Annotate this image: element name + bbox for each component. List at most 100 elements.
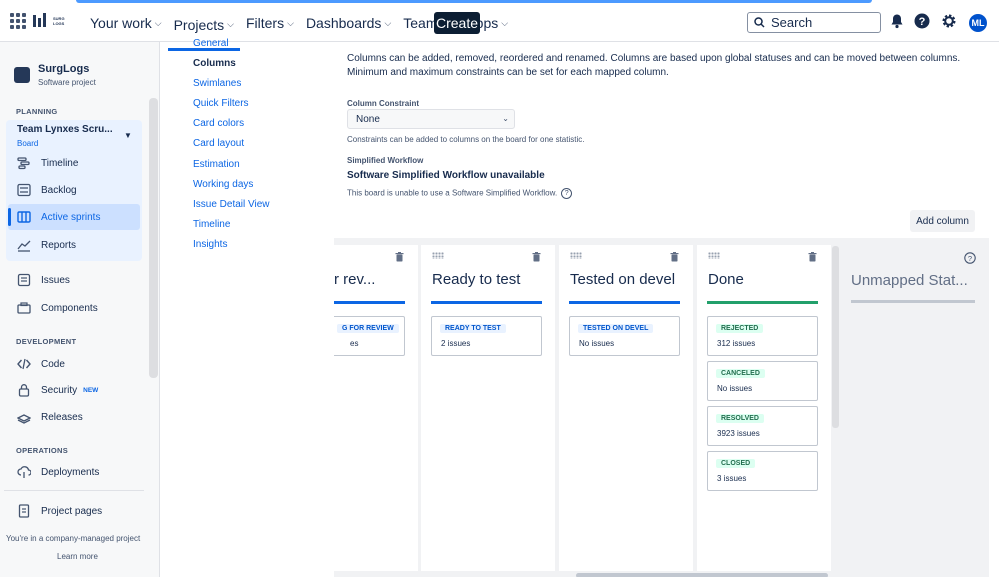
operations-heading: OPERATIONS [16,446,69,455]
column-constraint-select[interactable]: None ⌄ [347,109,515,129]
nav-your-work[interactable]: Your work ⌵ [84,12,168,34]
column-scrollbar[interactable] [832,246,839,428]
trash-icon[interactable] [532,252,541,262]
learn-more-link[interactable]: Learn more [57,552,98,561]
sidebar-item-label: Security [41,384,78,396]
components-icon [17,302,31,314]
svg-text:?: ? [919,16,926,28]
column-constraint-label: Column Constraint [347,99,419,108]
settings-link-swimlanes[interactable]: Swimlanes [193,78,241,89]
nav-dashboards[interactable]: Dashboards ⌵ [300,12,397,34]
nav-label: Your work [90,15,152,31]
board-column[interactable]: Tested on devel TESTED ON DEVEL No issue… [559,245,693,571]
sidebar-item-components[interactable]: Components [17,297,98,319]
settings-link-working-days[interactable]: Working days [193,179,253,190]
sidebar-scrollbar[interactable] [149,98,158,378]
sidebar-item-label: Code [41,358,65,370]
trash-icon[interactable] [808,252,817,262]
sidebar-item-reports[interactable]: Reports [17,234,76,256]
constraint-hint: Constraints can be added to columns on t… [347,135,585,144]
board-column[interactable]: Done REJECTED 312 issues CANCELED No iss… [697,245,831,571]
svg-text:?: ? [968,254,972,263]
column-title[interactable]: g for rev... [334,271,375,288]
status-card[interactable]: CLOSED 3 issues [707,451,818,491]
sidebar-item-timeline[interactable]: Timeline [17,152,78,174]
status-card[interactable]: REJECTED 312 issues [707,316,818,356]
chevron-down-icon: ⌄ [502,114,509,123]
board-icon [17,211,31,223]
status-card[interactable]: G FOR REVIEW es [334,316,405,356]
column-constraint-value: None [356,113,380,125]
workflow-hint-text: This board is unable to use a Software S… [347,188,558,198]
status-card[interactable]: TESTED ON DEVEL No issues [569,316,680,356]
issue-count: No issues [579,339,615,348]
loading-progress-bar [76,0,872,3]
status-badge: CLOSED [716,459,756,468]
horizontal-scrollbar[interactable] [576,573,828,577]
question-icon[interactable]: ? [964,252,976,264]
sidebar-item-security[interactable]: Security NEW [17,379,98,401]
sidebar-item-releases[interactable]: Releases [17,406,83,428]
add-column-button[interactable]: Add column [910,210,975,232]
sidebar-item-deployments[interactable]: Deployments [17,461,99,483]
user-avatar[interactable]: ML [969,14,987,32]
settings-link-timeline[interactable]: Timeline [193,219,230,230]
project-name[interactable]: SurgLogs [38,63,89,75]
sidebar-item-label: Active sprints [41,211,101,223]
board-column[interactable]: Ready to test READY TO TEST 2 issues [421,245,555,571]
column-title[interactable]: Tested on devel [570,271,675,288]
unmapped-status-bar [851,300,975,303]
create-button[interactable]: Create [434,12,480,34]
chevron-down-icon[interactable]: ▼ [124,131,132,140]
sidebar-item-project-pages[interactable]: Project pages [17,500,102,522]
lock-icon [18,384,30,397]
column-status-bar [431,301,542,304]
board-subtitle: Board [17,139,39,148]
trash-icon[interactable] [670,252,679,262]
settings-link-estimation[interactable]: Estimation [193,159,240,170]
settings-link-insights[interactable]: Insights [193,239,227,250]
search-input[interactable]: Search [747,12,881,33]
drag-handle-icon[interactable] [432,252,444,259]
status-card[interactable]: CANCELED No issues [707,361,818,401]
settings-link-card-colors[interactable]: Card colors [193,118,244,129]
column-title[interactable]: Ready to test [432,271,520,288]
sidebar-item-issues[interactable]: Issues [17,269,70,291]
status-badge: READY TO TEST [440,324,506,333]
new-badge: NEW [83,386,99,394]
svg-text:LOGS: LOGS [53,21,65,26]
settings-link-card-layout[interactable]: Card layout [193,138,244,149]
columns-description: Columns can be added, removed, reordered… [347,53,961,78]
settings-link-quick-filters[interactable]: Quick Filters [193,98,249,109]
surglogs-logo[interactable]: SURG LOGS [33,12,73,30]
question-icon[interactable]: ? [561,188,573,199]
settings-link-columns[interactable]: Columns [193,58,236,69]
nav-label: Projects [173,16,225,33]
drag-handle-icon[interactable] [708,252,720,259]
status-card[interactable]: RESOLVED 3923 issues [707,406,818,446]
top-navigation: SURG LOGS Your work ⌵ Projects ⌵ Filters ⌵ … [0,0,999,51]
sidebar-item-code[interactable]: Code [17,353,65,375]
board-column[interactable]: g for rev... G FOR REVIEW es [334,245,418,571]
project-sidebar: SurgLogs Software project PLANNING Team … [0,42,160,577]
board-switcher[interactable]: Team Lynxes Scru... [17,124,113,135]
settings-link-general[interactable]: General [193,38,229,49]
planning-heading: PLANNING [16,107,58,116]
column-title[interactable]: Done [708,271,744,288]
settings-link-issue-detail-view[interactable]: Issue Detail View [193,199,270,210]
search-icon [754,17,765,28]
help-icon[interactable]: ? [914,13,930,29]
status-card[interactable]: READY TO TEST 2 issues [431,316,542,356]
settings-gear-icon[interactable] [941,13,957,29]
app-switcher-icon[interactable] [10,13,26,29]
sidebar-item-label: Releases [41,411,83,423]
sidebar-item-active-sprints[interactable]: Active sprints [17,206,100,228]
notifications-bell-icon[interactable] [889,13,905,29]
drag-handle-icon[interactable] [570,252,582,259]
nav-label: Dashboards [305,15,382,31]
trash-icon[interactable] [395,252,404,262]
status-badge: REJECTED [716,324,764,333]
status-badge: TESTED ON DEVEL [578,324,654,333]
sidebar-item-backlog[interactable]: Backlog [17,179,77,201]
nav-filters[interactable]: Filters ⌵ [240,12,300,34]
